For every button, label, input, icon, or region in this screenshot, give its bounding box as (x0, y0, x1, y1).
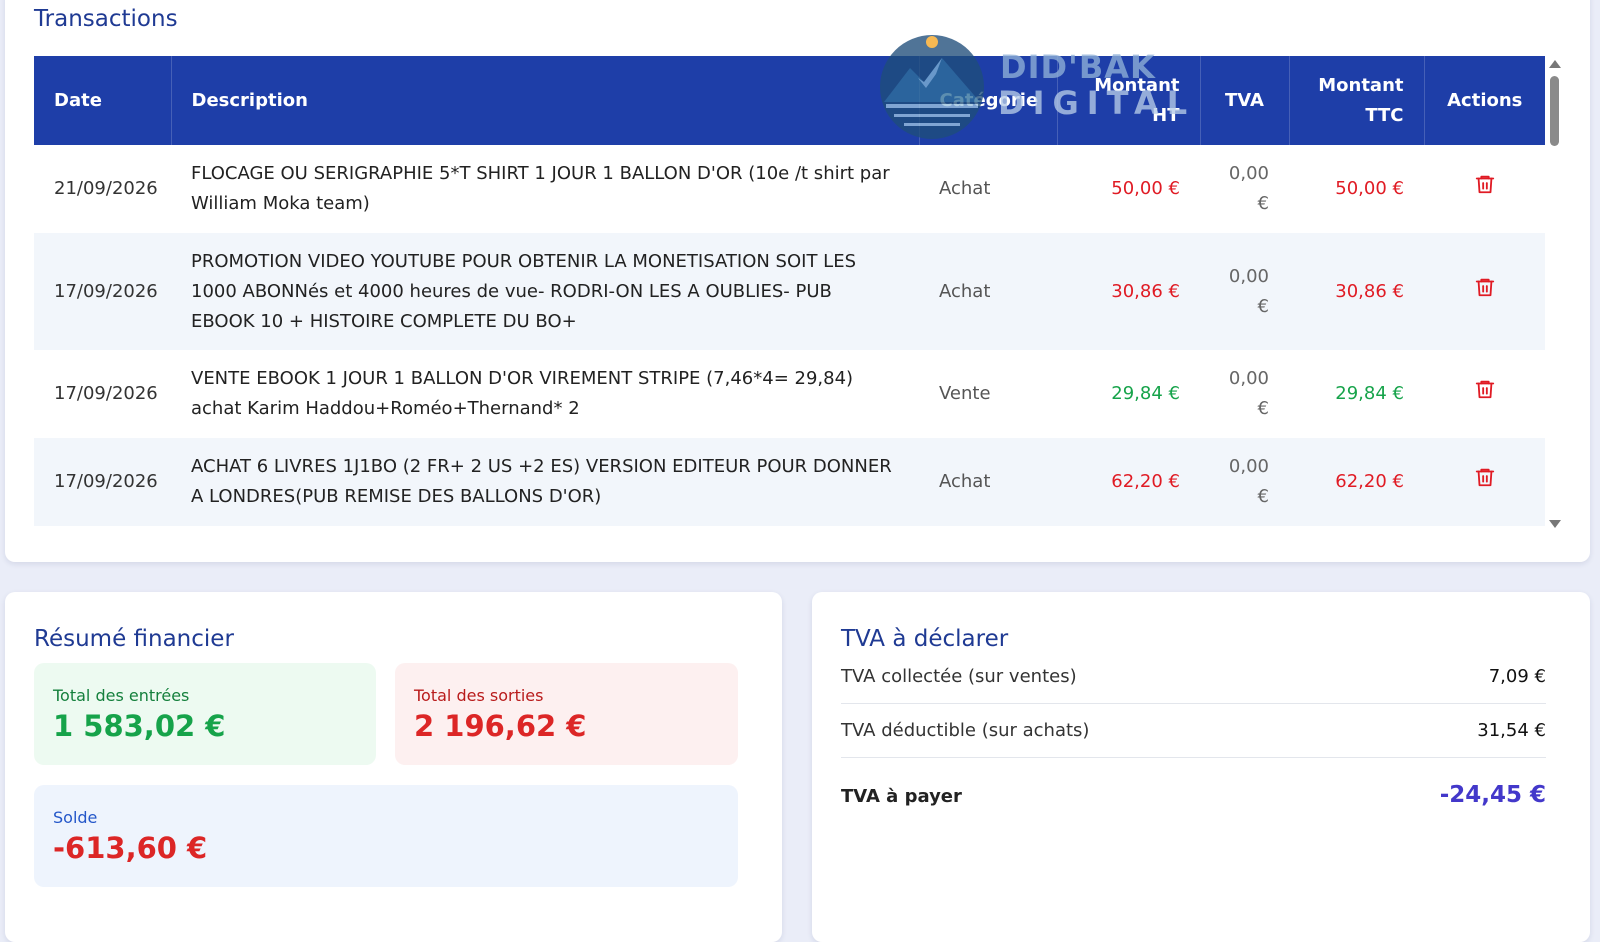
row-date: 17/09/2026 (54, 280, 158, 302)
didbak-digital-logo: DID'BAK DIGITAL (880, 32, 1187, 142)
scroll-down-arrow-icon[interactable] (1549, 520, 1561, 528)
transactions-card: Transactions Date Description Catégorie … (5, 0, 1590, 562)
row-description: ACHAT 6 LIVRES 1J1BO (2 FR+ 2 US +2 ES) … (191, 456, 892, 507)
logo-text-line2: DIGITAL (998, 84, 1196, 122)
transactions-table: Date Description Catégorie Montant HT TVA… (34, 56, 1545, 526)
transactions-title: Transactions (34, 6, 178, 32)
row-amount-ht: 30,86 € (1111, 280, 1180, 302)
row-vat: 0,00 € (1228, 368, 1269, 419)
total-income-label: Total des entrées (53, 686, 190, 705)
balance-tile: Solde -613,60 € (34, 785, 738, 887)
trash-icon[interactable] (1474, 466, 1496, 488)
row-vat: 0,00 € (1228, 456, 1269, 507)
balance-label: Solde (53, 808, 98, 827)
row-amount-ht: 29,84 € (1111, 383, 1180, 404)
row-date: 21/09/2026 (54, 178, 158, 199)
row-amount-ttc: 30,86 € (1335, 280, 1404, 302)
total-expense-label: Total des sorties (414, 686, 544, 705)
trash-icon[interactable] (1474, 378, 1496, 400)
scrollbar-thumb[interactable] (1550, 76, 1559, 146)
vat-collected-label: TVA collectée (sur ventes) (841, 666, 1077, 687)
row-amount-ht: 50,00 € (1111, 178, 1180, 199)
row-category: Vente (939, 383, 991, 404)
table-row[interactable]: 17/09/2026 VENTE EBOOK 1 JOUR 1 BALLON D'… (34, 350, 1545, 438)
vat-deductible-value: 31,54 € (1477, 720, 1546, 741)
row-date: 17/09/2026 (54, 471, 158, 492)
vat-title: TVA à déclarer (841, 626, 1009, 652)
balance-value: -613,60 € (53, 831, 208, 865)
financial-summary-card: Résumé financier Total des entrées 1 583… (5, 592, 782, 942)
table-row[interactable]: 21/09/2026 FLOCAGE OU SERIGRAPHIE 5*T SHI… (34, 145, 1545, 233)
trash-icon[interactable] (1474, 173, 1496, 195)
row-amount-ttc: 29,84 € (1335, 383, 1404, 404)
table-header-row: Date Description Catégorie Montant HT TVA… (34, 56, 1545, 145)
scroll-up-arrow-icon[interactable] (1549, 60, 1561, 68)
row-amount-ttc: 50,00 € (1335, 178, 1404, 199)
vat-payable-value: -24,45 € (1439, 782, 1546, 808)
header-date[interactable]: Date (34, 56, 172, 145)
mountain-sun-icon (880, 35, 984, 139)
row-category: Achat (939, 280, 991, 302)
row-amount-ht: 62,20 € (1111, 471, 1180, 492)
vat-payable-label: TVA à payer (841, 786, 962, 807)
row-category: Achat (939, 471, 991, 492)
logo-text-line1: DID'BAK (1000, 48, 1156, 86)
row-vat: 0,00 € (1228, 163, 1269, 214)
row-category: Achat (939, 178, 991, 199)
transactions-table-container[interactable]: Date Description Catégorie Montant HT TVA… (34, 56, 1545, 532)
total-income-value: 1 583,02 € (53, 709, 226, 743)
header-description[interactable]: Description (171, 56, 920, 145)
trash-icon[interactable] (1474, 276, 1496, 298)
vat-declaration-card: TVA à déclarer TVA collectée (sur ventes… (812, 592, 1590, 942)
total-income-tile: Total des entrées 1 583,02 € (34, 663, 376, 765)
row-amount-ttc: 62,20 € (1335, 471, 1404, 492)
row-description: FLOCAGE OU SERIGRAPHIE 5*T SHIRT 1 JOUR … (191, 163, 890, 214)
row-vat: 0,00 € (1228, 265, 1269, 317)
row-description: VENTE EBOOK 1 JOUR 1 BALLON D'OR VIREMEN… (191, 368, 854, 419)
table-scrollbar[interactable] (1547, 60, 1563, 528)
vat-deductible-label: TVA déductible (sur achats) (841, 720, 1090, 741)
vat-collected-value: 7,09 € (1488, 666, 1546, 687)
table-row[interactable]: 17/09/2026 PROMOTION VIDEO YOUTUBE POUR O… (34, 233, 1545, 350)
row-actions (1424, 438, 1545, 526)
vat-payable-row: TVA à payer -24,45 € (841, 782, 1546, 822)
header-amount-ttc-line2: TTC (1365, 104, 1404, 126)
table-row[interactable]: 17/09/2026 ACHAT 6 LIVRES 1J1BO (2 FR+ 2 … (34, 438, 1545, 526)
vat-deductible-row: TVA déductible (sur achats) 31,54 € (841, 716, 1546, 758)
header-actions: Actions (1447, 89, 1523, 111)
row-actions (1424, 145, 1545, 233)
header-amount-ttc-line1: Montant (1318, 74, 1404, 96)
total-expense-value: 2 196,62 € (414, 709, 587, 743)
row-actions (1424, 233, 1545, 350)
header-amount-ttc[interactable]: Montant TTC (1289, 56, 1425, 145)
header-vat[interactable]: TVA (1200, 56, 1290, 145)
summary-title: Résumé financier (34, 626, 234, 652)
vat-collected-row: TVA collectée (sur ventes) 7,09 € (841, 662, 1546, 704)
row-actions (1424, 350, 1545, 438)
total-expense-tile: Total des sorties 2 196,62 € (395, 663, 738, 765)
row-description: PROMOTION VIDEO YOUTUBE POUR OBTENIR LA … (191, 250, 857, 332)
row-date: 17/09/2026 (54, 383, 158, 404)
